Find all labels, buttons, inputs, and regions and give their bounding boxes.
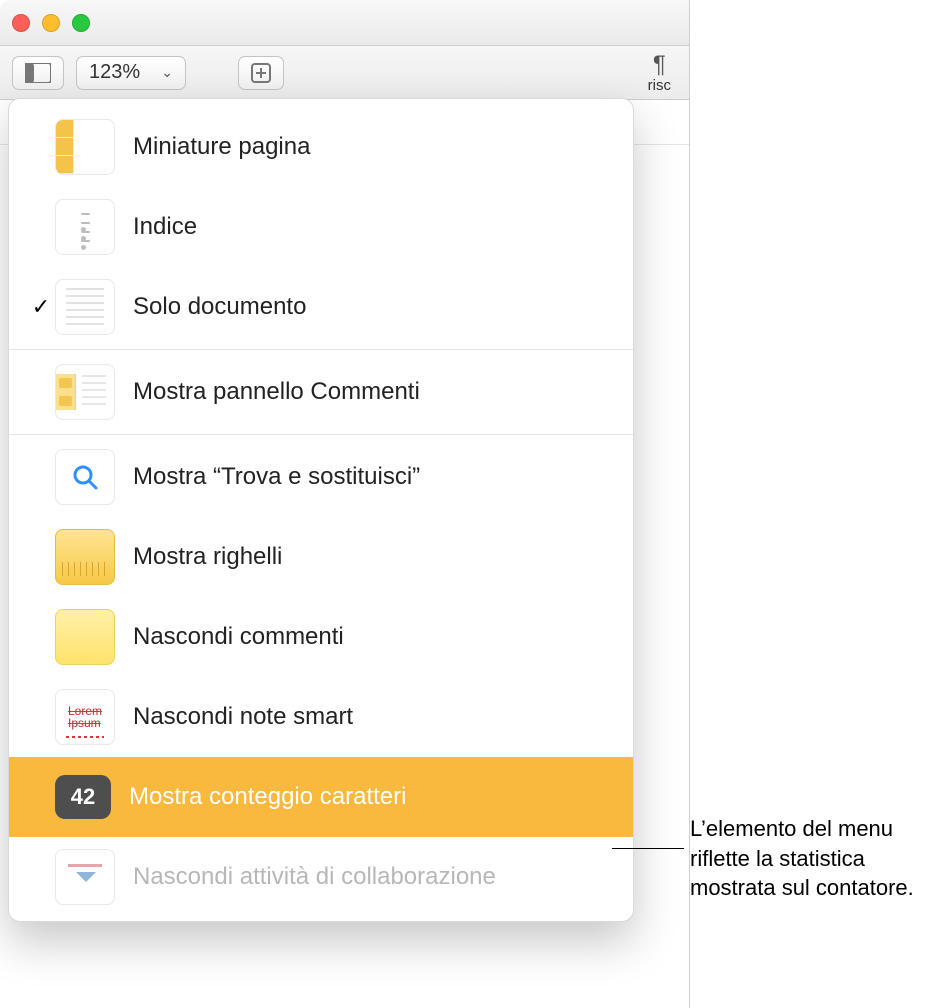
menu-label: Nascondi note smart — [133, 703, 615, 731]
fullscreen-window-button[interactable] — [72, 14, 90, 32]
sticky-note-icon — [55, 609, 115, 665]
callout-text: L’elemento del menu riflette la statisti… — [690, 814, 940, 903]
checkmark-icon: ✓ — [27, 294, 55, 320]
menu-label: Mostra conteggio caratteri — [129, 783, 615, 811]
collaboration-icon — [55, 849, 115, 905]
menu-label: Nascondi commenti — [133, 623, 615, 651]
callout-leader-line — [612, 848, 684, 849]
menu-item-hide-collaboration-activity: Nascondi attività di collaborazione — [9, 837, 633, 917]
traffic-lights — [12, 14, 90, 32]
close-window-button[interactable] — [12, 14, 30, 32]
menu-divider — [9, 434, 633, 435]
menu-divider — [9, 349, 633, 350]
paragraph-button[interactable]: ¶ risc — [648, 51, 677, 94]
minimize-window-button[interactable] — [42, 14, 60, 32]
menu-label: Nascondi attività di collaborazione — [133, 863, 615, 891]
zoom-value: 123% — [89, 61, 140, 84]
menu-item-page-thumbnails[interactable]: Miniature pagina — [9, 107, 633, 187]
menu-item-show-comments-panel[interactable]: Mostra pannello Commenti — [9, 352, 633, 432]
pilcrow-icon: ¶ — [653, 51, 666, 79]
menu-label: Mostra pannello Commenti — [133, 378, 615, 406]
character-count-icon: 42 — [55, 775, 111, 819]
view-menu-button[interactable] — [12, 56, 64, 90]
menu-label: Mostra righelli — [133, 543, 615, 571]
menu-item-show-character-count[interactable]: 42 Mostra conteggio caratteri — [9, 757, 633, 837]
menu-item-document-only[interactable]: ✓ Solo documento — [9, 267, 633, 347]
zoom-selector[interactable]: 123% ⌄ — [76, 56, 186, 90]
toolbar: 123% ⌄ ¶ risc — [0, 46, 689, 100]
menu-item-show-find-replace[interactable]: Mostra “Trova e sostituisci” — [9, 437, 633, 517]
toc-icon — [55, 199, 115, 255]
menu-label: Indice — [133, 213, 615, 241]
menu-label: Mostra “Trova e sostituisci” — [133, 463, 615, 491]
comments-panel-icon — [55, 364, 115, 420]
paragraph-label: risc — [648, 77, 671, 94]
menu-item-show-rulers[interactable]: Mostra righelli — [9, 517, 633, 597]
view-menu-popover: Miniature pagina Indice ✓ Solo documento… — [8, 98, 634, 922]
insert-button[interactable] — [238, 56, 284, 90]
menu-item-hide-smart-annotations[interactable]: LoremIpsum Nascondi note smart — [9, 677, 633, 757]
menu-label: Solo documento — [133, 293, 615, 321]
search-icon — [55, 449, 115, 505]
chevron-down-icon: ⌄ — [161, 64, 173, 81]
menu-item-hide-comments[interactable]: Nascondi commenti — [9, 597, 633, 677]
smart-annotations-icon: LoremIpsum — [55, 689, 115, 745]
document-icon — [55, 279, 115, 335]
menu-label: Miniature pagina — [133, 133, 615, 161]
thumbnails-icon — [55, 119, 115, 175]
ruler-icon — [55, 529, 115, 585]
title-bar — [0, 0, 689, 46]
menu-item-table-of-contents[interactable]: Indice — [9, 187, 633, 267]
